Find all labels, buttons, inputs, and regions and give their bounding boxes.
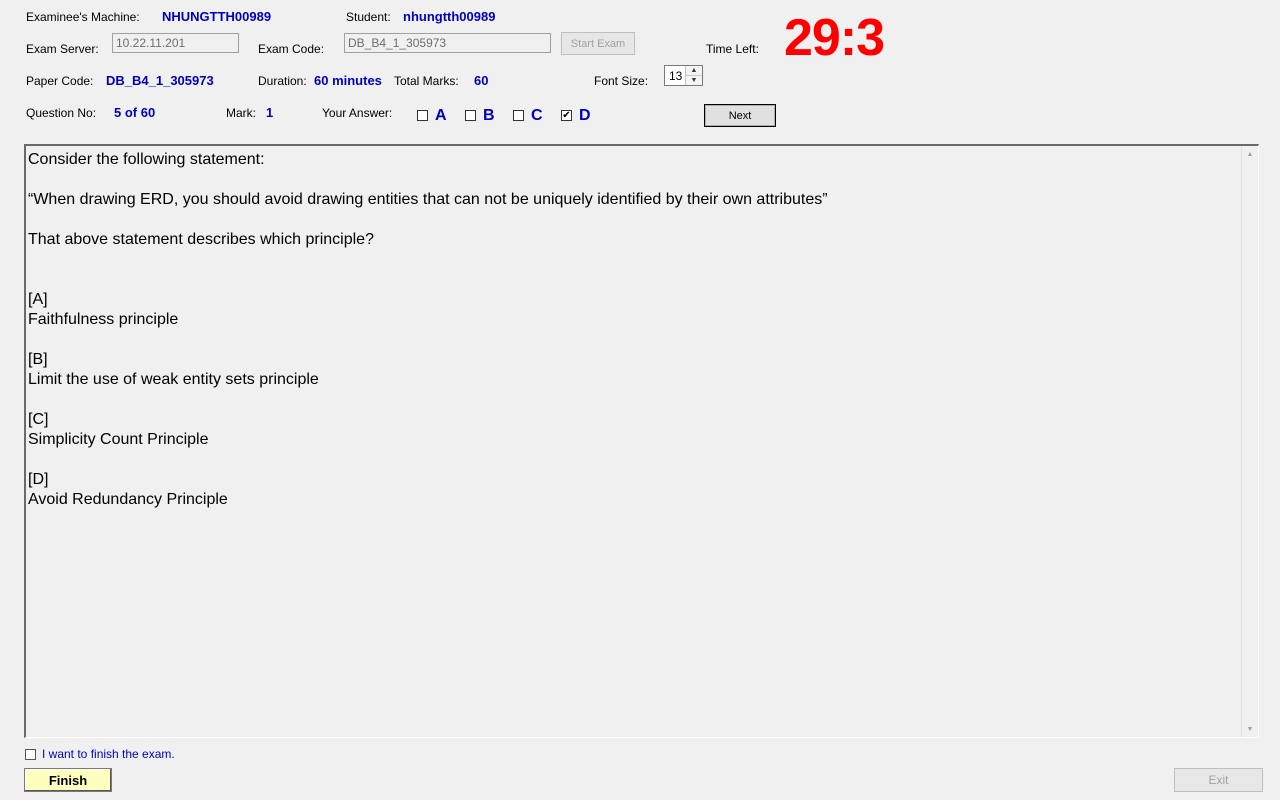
answer-text-d: Avoid Redundancy Principle	[28, 491, 228, 508]
paper-code-value: DB_B4_1_305973	[106, 73, 214, 88]
answer-tag-a: [A]	[28, 291, 48, 308]
next-button[interactable]: Next	[704, 104, 776, 127]
answer-d-label[interactable]: D	[579, 107, 591, 125]
answer-tag-b: [B]	[28, 351, 48, 368]
question-prompt: That above statement describes which pri…	[28, 231, 374, 248]
answer-text-b: Limit the use of weak entity sets princi…	[28, 371, 319, 388]
finish-exam-checkbox[interactable]	[25, 749, 36, 760]
answer-a-checkbox[interactable]	[417, 110, 428, 121]
total-marks-value: 60	[474, 73, 489, 88]
duration-value: 60 minutes	[314, 73, 382, 88]
answer-text-a: Faithfulness principle	[28, 311, 179, 328]
examinee-machine-label: Examinee's Machine:	[26, 10, 140, 24]
mark-label: Mark:	[226, 106, 256, 120]
time-left-label: Time Left:	[706, 42, 759, 56]
font-size-label: Font Size:	[594, 74, 649, 88]
paper-code-label: Paper Code:	[26, 74, 94, 88]
answer-text-c: Simplicity Count Principle	[28, 431, 209, 448]
answer-b-label[interactable]: B	[483, 107, 495, 125]
examinee-machine-value: NHUNGTTH00989	[162, 9, 272, 24]
question-intro: Consider the following statement:	[28, 151, 265, 168]
your-answer-label: Your Answer:	[322, 106, 393, 120]
vertical-scrollbar[interactable]: ▲ ▼	[1241, 146, 1258, 737]
scroll-up-icon[interactable]: ▲	[1242, 146, 1258, 162]
question-no-value: 5 of 60	[114, 105, 156, 120]
question-statement: “When drawing ERD, you should avoid draw…	[28, 191, 828, 208]
duration-label: Duration:	[258, 74, 307, 88]
spinner-up-icon[interactable]: ▲	[686, 66, 702, 76]
exam-code-field[interactable]	[344, 33, 551, 53]
finish-button[interactable]: Finish	[24, 768, 112, 792]
mark-value: 1	[266, 105, 274, 120]
total-marks-label: Total Marks:	[394, 74, 459, 88]
spinner-down-icon[interactable]: ▼	[686, 76, 702, 85]
time-left-timer: 29:3	[784, 9, 885, 67]
student-value: nhungtth00989	[403, 9, 496, 24]
answer-d-checkbox[interactable]: ✔	[561, 110, 572, 121]
start-exam-button[interactable]: Start Exam	[561, 32, 635, 55]
finish-exam-checkbox-label[interactable]: I want to finish the exam.	[42, 747, 175, 761]
exam-code-label: Exam Code:	[258, 42, 325, 56]
question-content-area[interactable]: Consider the following statement: “When …	[24, 144, 1259, 738]
exam-server-label: Exam Server:	[26, 42, 99, 56]
answer-c-checkbox[interactable]	[513, 110, 524, 121]
check-mark-icon: ✔	[562, 110, 571, 121]
scroll-down-icon[interactable]: ▼	[1242, 721, 1258, 737]
font-size-value[interactable]: 13	[669, 69, 682, 83]
question-no-label: Question No:	[26, 106, 97, 120]
font-size-spinner[interactable]: 13 ▲ ▼	[664, 65, 703, 86]
question-text: Consider the following statement: “When …	[28, 150, 1238, 510]
student-label: Student:	[346, 10, 391, 24]
answer-b-checkbox[interactable]	[465, 110, 476, 121]
exit-button[interactable]: Exit	[1174, 768, 1263, 792]
spinner-arrows: ▲ ▼	[685, 66, 702, 85]
exam-server-field[interactable]	[112, 33, 239, 53]
answer-tag-d: [D]	[28, 471, 49, 488]
answer-c-label[interactable]: C	[531, 107, 543, 125]
answer-a-label[interactable]: A	[435, 107, 447, 125]
answer-tag-c: [C]	[28, 411, 49, 428]
